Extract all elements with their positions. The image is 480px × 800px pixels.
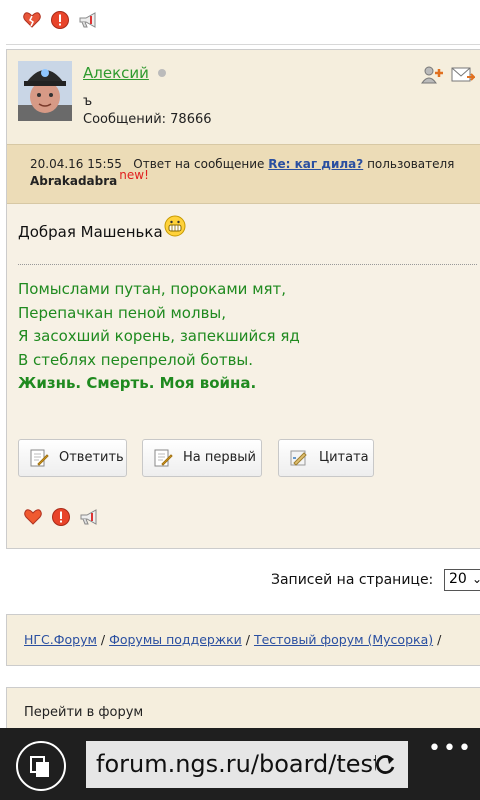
breadcrumb-separator: / xyxy=(437,632,442,647)
url-text: forum.ngs.ru/board/test/ xyxy=(96,750,376,778)
per-page-label: Записей на странице: xyxy=(271,572,434,588)
jump-to-forum-label: Перейти в форум xyxy=(24,705,144,720)
breadcrumb-separator: / xyxy=(245,632,250,647)
megaphone-icon[interactable] xyxy=(79,507,99,527)
browser-address-bar: forum.ngs.ru/board/test/ ••• xyxy=(0,728,480,800)
offline-dot-icon xyxy=(158,69,166,77)
reply-info-bar: 20.04.16 15:55 Ответ на сообщение Re: ка… xyxy=(7,144,480,204)
post-divider xyxy=(18,264,477,265)
avatar[interactable] xyxy=(18,61,72,121)
reply-first-icon xyxy=(153,449,173,471)
per-page-value: 20 xyxy=(449,571,467,587)
quote-button-label: Цитата xyxy=(319,450,369,465)
reply-target-link[interactable]: Re: каг дила? xyxy=(268,157,363,171)
poem-line: Я засохший корень, запекшийся яд xyxy=(18,327,300,345)
url-input[interactable]: forum.ngs.ru/board/test/ xyxy=(86,741,408,788)
divider xyxy=(6,44,480,45)
user-prefix: пользователя xyxy=(367,157,455,171)
broken-heart-icon[interactable] xyxy=(22,10,42,30)
grin-smiley-icon xyxy=(164,215,186,241)
reply-button-label: Ответить xyxy=(59,450,124,465)
breadcrumb: НГС.Форум / Форумы поддержки / Тестовый … xyxy=(6,614,480,666)
reply-prefix: Ответ на сообщение xyxy=(133,157,265,171)
breadcrumb-separator: / xyxy=(100,632,106,647)
breadcrumb-item[interactable]: НГС.Форум xyxy=(24,632,97,647)
breadcrumb-item[interactable]: Форумы поддержки xyxy=(109,632,242,647)
quote-button[interactable]: Цитата xyxy=(278,439,374,477)
warning-icon[interactable] xyxy=(50,10,70,30)
new-badge: new! xyxy=(119,168,149,182)
add-friend-icon[interactable] xyxy=(421,65,445,89)
chevron-down-icon: ⌄ xyxy=(472,572,480,586)
per-page-select[interactable]: 20 ⌄ xyxy=(444,569,480,591)
reply-icon xyxy=(29,449,49,471)
quote-icon xyxy=(289,449,309,471)
warning-icon[interactable] xyxy=(51,507,71,527)
post-actions-top xyxy=(22,10,98,30)
send-message-icon[interactable] xyxy=(451,65,477,89)
refresh-icon[interactable] xyxy=(372,752,398,782)
poem-bold-line: Жизнь. Смерть. Моя война. xyxy=(18,374,257,392)
post-datetime: 20.04.16 15:55 xyxy=(30,157,122,171)
author-status: ъ xyxy=(83,94,93,109)
megaphone-icon[interactable] xyxy=(78,10,98,30)
breadcrumb-item[interactable]: Тестовый форум (Мусорка) xyxy=(254,632,433,647)
post-greeting: Добрая Машенька xyxy=(18,223,163,241)
poem-line: Перепачкан пеной молвы, xyxy=(18,303,227,322)
post-author-panel: Алексий ъ Сообщений: 78666 xyxy=(7,50,480,144)
forum-post: Алексий ъ Сообщений: 78666 20.04.16 15:5… xyxy=(6,49,480,549)
reply-first-button[interactable]: На первый xyxy=(142,439,262,477)
post-actions-bottom xyxy=(23,507,99,527)
reply-first-button-label: На первый xyxy=(183,450,256,465)
tabs-icon xyxy=(30,756,49,777)
author-name-link[interactable]: Алексий xyxy=(83,64,149,82)
post-poem: Помыслами путан, пороками мят, Перепачка… xyxy=(18,278,300,396)
author-message-count: Сообщений: 78666 xyxy=(83,112,212,127)
heart-icon[interactable] xyxy=(23,507,43,527)
poem-line: В стеблях перепрелой ботвы. xyxy=(18,350,254,369)
reply-username[interactable]: Abrakadabra xyxy=(30,174,117,188)
tabs-button[interactable] xyxy=(16,741,66,791)
poem-line: Помыслами путан, пороками мят, xyxy=(18,280,287,298)
reply-button[interactable]: Ответить xyxy=(18,439,127,477)
more-menu-button[interactable]: ••• xyxy=(428,736,473,761)
